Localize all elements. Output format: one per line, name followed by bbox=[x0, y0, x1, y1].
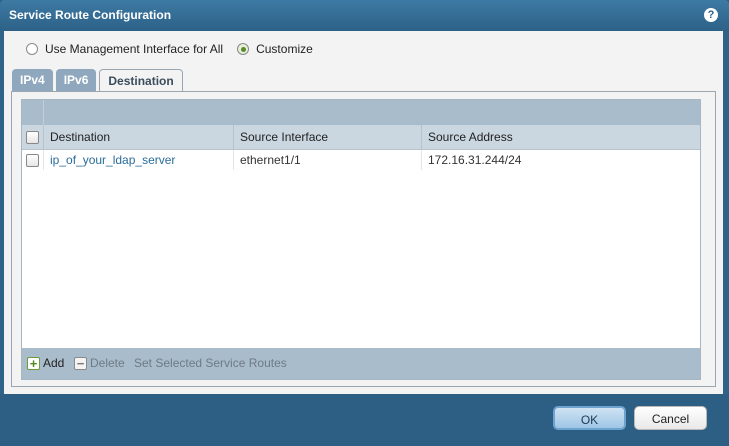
cell-source-address: 172.16.31.244/24 bbox=[428, 153, 522, 167]
radio-use-management[interactable] bbox=[26, 43, 38, 55]
plus-icon: + bbox=[27, 356, 40, 370]
select-all-checkbox[interactable] bbox=[26, 131, 39, 144]
tab-ipv6[interactable]: IPv6 bbox=[55, 69, 97, 91]
column-header-source-interface[interactable]: Source Interface bbox=[234, 125, 422, 149]
set-selected-routes-button[interactable]: Set Selected Service Routes bbox=[134, 355, 287, 371]
row-checkbox[interactable] bbox=[26, 154, 39, 167]
grid-toolbar: + Add − Delete Set Selected Service Rout… bbox=[22, 348, 700, 379]
cell-source-interface: ethernet1/1 bbox=[234, 150, 422, 170]
grid-top-band bbox=[22, 100, 700, 125]
radio-use-management-label[interactable]: Use Management Interface for All bbox=[45, 42, 223, 56]
cancel-button[interactable]: Cancel bbox=[634, 406, 707, 430]
grid-header: Destination Source Interface Source Addr… bbox=[22, 125, 700, 150]
tab-ipv4[interactable]: IPv4 bbox=[12, 69, 53, 91]
tab-destination[interactable]: Destination bbox=[99, 69, 183, 93]
tab-bar: IPv4 IPv6 Destination bbox=[12, 69, 186, 93]
cell-destination[interactable]: ip_of_your_ldap_server bbox=[44, 150, 234, 170]
add-button[interactable]: + Add bbox=[27, 355, 64, 371]
minus-icon: − bbox=[74, 356, 87, 370]
select-all-column bbox=[22, 125, 44, 149]
destination-grid: Destination Source Interface Source Addr… bbox=[21, 99, 701, 380]
grid-top-checkbox-column bbox=[22, 100, 44, 125]
radio-customize-label[interactable]: Customize bbox=[256, 42, 313, 56]
help-icon[interactable]: ? bbox=[704, 8, 718, 22]
add-label: Add bbox=[43, 356, 65, 370]
column-header-destination[interactable]: Destination bbox=[44, 125, 234, 149]
radio-customize[interactable] bbox=[237, 43, 250, 55]
column-header-source-address[interactable]: Source Address bbox=[422, 125, 702, 149]
delete-label: Delete bbox=[90, 356, 125, 370]
ok-button[interactable]: OK bbox=[553, 406, 626, 430]
dialog-body: Use Management Interface for All Customi… bbox=[4, 31, 723, 394]
row-select-cell bbox=[22, 150, 44, 170]
destination-panel: Destination Source Interface Source Addr… bbox=[11, 91, 716, 387]
title-bar: Service Route Configuration ? bbox=[0, 0, 729, 31]
mode-radio-group: Use Management Interface for All Customi… bbox=[26, 42, 327, 56]
table-row[interactable]: ip_of_your_ldap_server ethernet1/1 172.1… bbox=[22, 150, 700, 170]
service-route-dialog: Service Route Configuration ? Use Manage… bbox=[0, 0, 729, 446]
dialog-title: Service Route Configuration bbox=[9, 8, 172, 22]
delete-button[interactable]: − Delete bbox=[74, 355, 125, 371]
dialog-footer: OK Cancel bbox=[0, 394, 729, 446]
